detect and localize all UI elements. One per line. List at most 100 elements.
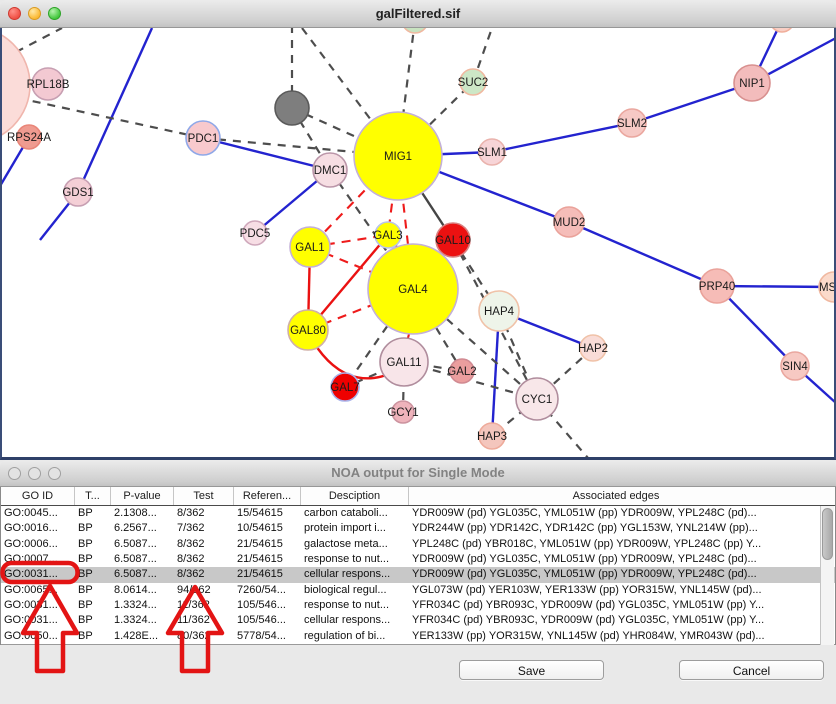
column-header-p-value[interactable]: P-value [111,487,174,505]
column-header-referen-[interactable]: Referen... [234,487,301,505]
table-cell: 21/54615 [234,567,301,582]
graph-node-GAL10[interactable]: GAL10 [435,223,471,257]
scrollbar-thumb[interactable] [822,508,833,560]
noa-results-table: GO IDT...P-valueTestReferen...Desciption… [0,487,836,645]
node-label: GAL4 [398,284,428,296]
table-cell: 10/54615 [234,521,301,536]
table-row[interactable]: GO:0065...BP8.0614...94/3627260/54...bio… [1,583,835,598]
graph-node-MSL1[interactable]: MSL1 [819,272,834,302]
column-header-associated-edges[interactable]: Associated edges [409,487,823,505]
node-label: MUD2 [553,217,586,229]
graph-node-GDS1[interactable]: GDS1 [62,178,93,206]
node-label: NIP1 [739,78,765,90]
column-header-desciption[interactable]: Desciption [301,487,409,505]
table-cell: BP [75,629,111,644]
table-row[interactable]: GO:0007...BP6.5087...8/36221/54615respon… [1,552,835,567]
table-row[interactable]: GO:0045...BP2.1308...8/36215/54615carbon… [1,506,835,521]
table-cell: protein import i... [301,521,409,536]
graph-node-GCY1[interactable]: GCY1 [387,401,418,423]
graph-node-unlabeled[interactable] [770,28,794,32]
graph-node-RPL18B[interactable]: RPL18B [27,68,70,100]
graph-node-MIG1[interactable]: MIG1 [354,112,442,200]
node-circle[interactable] [402,28,428,33]
graph-node-GAL11[interactable]: GAL11 [380,338,428,386]
graph-node-RPS24A[interactable]: RPS24A [7,125,51,149]
window-title: NOA output for Single Mode [0,460,836,486]
graph-node-GAL2[interactable]: GAL2 [447,359,476,383]
table-cell: 2.1308... [111,506,174,521]
node-label: RPL18B [27,79,70,91]
graph-node-NIP1[interactable]: NIP1 [734,65,770,101]
graph-node-SLM1[interactable]: SLM1 [477,139,507,165]
table-cell: 21/54615 [234,552,301,567]
table-row[interactable]: GO:0006...BP6.5087...8/36221/54615galact… [1,537,835,552]
node-label: HAP3 [477,431,507,443]
table-row[interactable]: GO:0031...BP1.3324...11/362105/546...cel… [1,613,835,628]
network-view[interactable]: RPL18BRPS24AGDS1PDC1SUC2DMC1MIG1SLM1SLM2… [0,28,836,460]
window-galfiltered: galFiltered.sif RPL18BRPS24AGDS1PDC1SUC2… [0,0,836,460]
graph-node-CYC1[interactable]: CYC1 [516,378,558,420]
graph-node-HAP4[interactable]: HAP4 [479,291,519,331]
node-label: GAL2 [447,366,476,378]
graph-node-DMC1[interactable]: DMC1 [313,153,347,187]
table-cell: 80/362 [174,629,234,644]
node-label: GAL7 [330,382,359,394]
graph-node-unlabeled[interactable] [402,28,428,33]
graph-node-SLM2[interactable]: SLM2 [617,109,647,137]
table-cell: response to nut... [301,552,409,567]
node-label: GAL11 [387,357,422,369]
node-label: GCY1 [387,407,418,419]
node-label: PDC1 [188,133,219,145]
graph-node-GAL3[interactable]: GAL3 [373,222,402,248]
table-cell: 21/54615 [234,537,301,552]
graph-node-GAL1[interactable]: GAL1 [290,227,330,267]
graph-node-PRP40[interactable]: PRP40 [699,269,735,303]
graph-edge-blue[interactable] [492,123,632,152]
graph-node-HAP2[interactable]: HAP2 [578,335,608,361]
network-canvas-svg[interactable]: RPL18BRPS24AGDS1PDC1SUC2DMC1MIG1SLM1SLM2… [2,28,834,457]
table-cell: regulation of bi... [301,629,409,644]
node-circle[interactable] [275,91,309,125]
save-button[interactable]: Save [459,660,604,680]
column-header-t-[interactable]: T... [75,487,111,505]
table-cell: 6.2567... [111,521,174,536]
table-cell: 1.428E... [111,629,174,644]
graph-edge-blue[interactable] [569,222,717,286]
cancel-button[interactable]: Cancel [679,660,824,680]
node-label: CYC1 [522,394,553,406]
column-header-test[interactable]: Test [174,487,234,505]
graph-node-GAL80[interactable]: GAL80 [288,310,328,350]
table-row[interactable]: GO:0050...BP1.428E...80/3625778/54...reg… [1,629,835,644]
table-cell: GO:0050... [1,629,75,644]
node-label: DMC1 [314,165,347,177]
dialog-button-row: Save Cancel [0,660,836,690]
node-label: GAL1 [295,242,324,254]
graph-node-HAP3[interactable]: HAP3 [477,423,507,449]
table-cell: YDR244W (pp) YDR142C, YDR142C (pp) YGL15… [409,521,823,536]
column-header-go-id[interactable]: GO ID [1,487,75,505]
table-cell: 6.5087... [111,537,174,552]
table-row[interactable]: GO:0031...BP1.3324...11/362105/546...res… [1,598,835,613]
graph-node-unlabeled[interactable] [275,91,309,125]
graph-edge-blue[interactable] [78,28,152,192]
table-row[interactable]: GO:0016...BP6.2567...7/36210/54615protei… [1,521,835,536]
table-cell: GO:0065... [1,583,75,598]
window-noa-output: NOA output for Single Mode GO IDT...P-va… [0,460,836,704]
table-cell: cellular respons... [301,567,409,582]
noa-titlebar[interactable]: NOA output for Single Mode [0,460,836,487]
galfiltered-titlebar[interactable]: galFiltered.sif [0,0,836,28]
table-cell: BP [75,567,111,582]
graph-edge-blue[interactable] [632,83,752,123]
node-circle[interactable] [770,28,794,32]
table-row[interactable]: GO:0031...BP6.5087...8/36221/54615cellul… [1,567,835,582]
graph-node-GAL4[interactable]: GAL4 [368,244,458,334]
graph-node-SIN4[interactable]: SIN4 [781,352,809,380]
vertical-scrollbar[interactable] [820,506,834,645]
graph-edge-dash[interactable] [16,28,62,52]
node-label: GDS1 [62,187,93,199]
graph-node-PDC1[interactable]: PDC1 [186,121,220,155]
table-cell: 6.5087... [111,567,174,582]
table-cell: 1.3324... [111,598,174,613]
graph-node-MUD2[interactable]: MUD2 [553,207,586,237]
graph-node-GAL7[interactable]: GAL7 [330,373,359,401]
